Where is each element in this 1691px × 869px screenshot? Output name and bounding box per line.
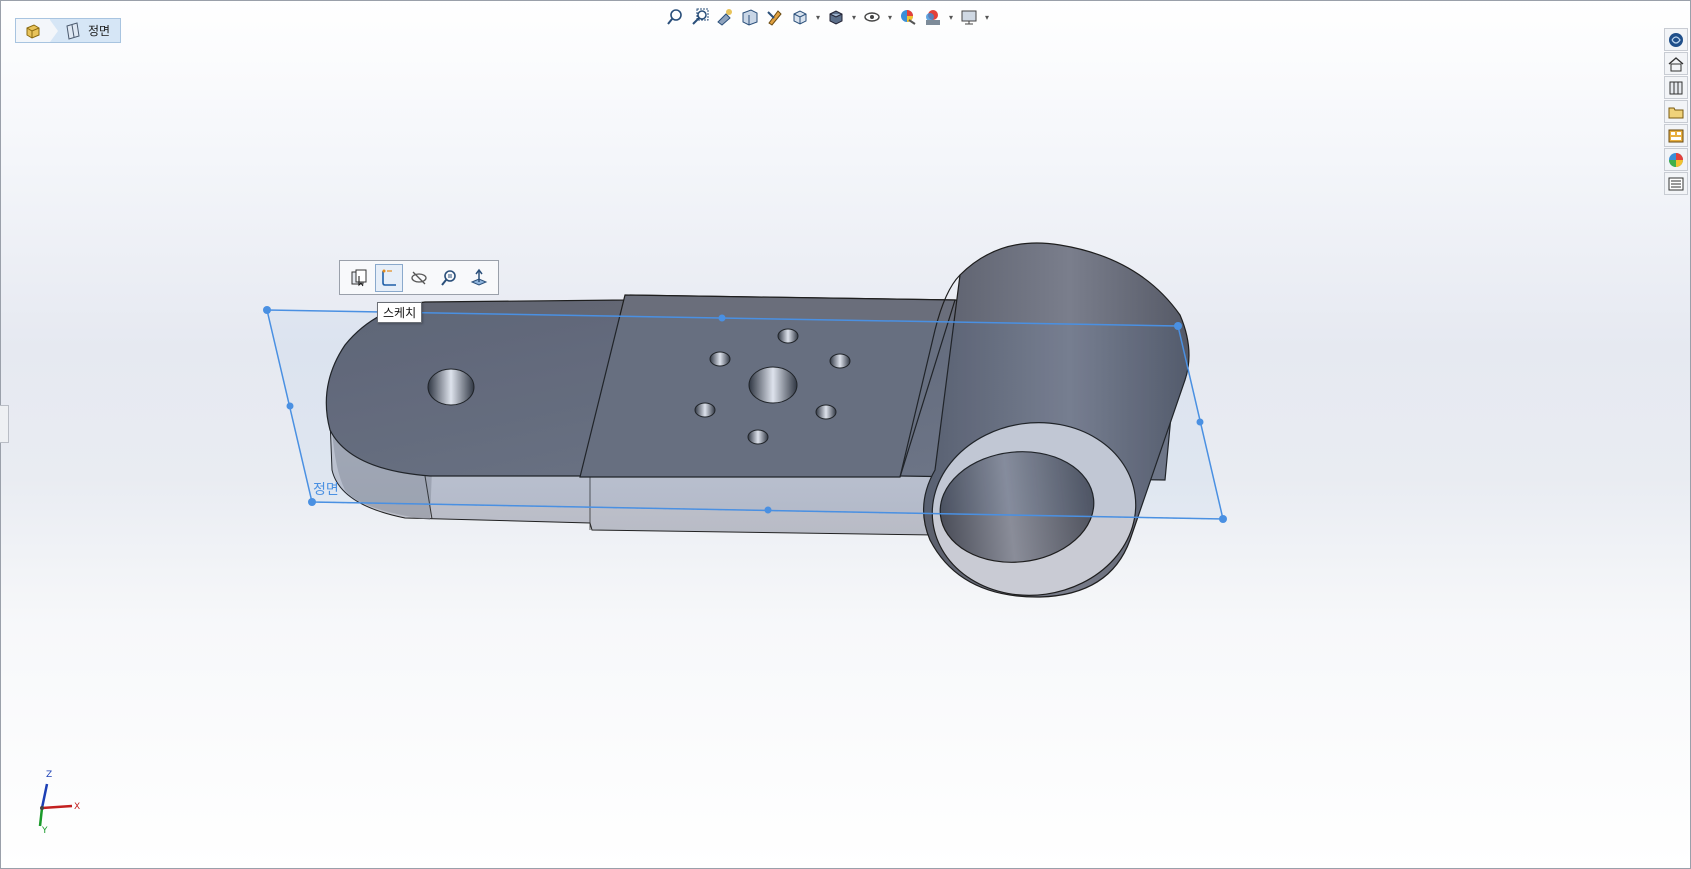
zoom-to-selection-icon[interactable] xyxy=(435,264,463,292)
dynamic-annotation-icon[interactable] xyxy=(764,6,786,28)
file-explorer-icon[interactable] xyxy=(1664,100,1688,123)
view-settings-dropdown-icon[interactable]: ▾ xyxy=(983,6,991,28)
section-view-icon[interactable] xyxy=(739,6,761,28)
reference-triad: Z X Y xyxy=(30,770,90,840)
edit-appearance-icon[interactable] xyxy=(897,6,919,28)
breadcrumb[interactable]: 정면 xyxy=(15,18,122,43)
hide-show-icon[interactable] xyxy=(861,6,883,28)
sketch-tooltip: 스케치 xyxy=(377,302,423,323)
previous-view-icon[interactable] xyxy=(714,6,736,28)
context-toolbar xyxy=(339,260,499,295)
triad-x-label: X xyxy=(74,802,81,812)
apply-scene-icon[interactable] xyxy=(922,6,944,28)
triad-z-label: Z xyxy=(46,770,53,780)
view-orientation-dropdown-icon[interactable]: ▾ xyxy=(814,6,822,28)
view-palette-icon[interactable] xyxy=(1664,124,1688,147)
zoom-to-fit-icon[interactable] xyxy=(664,6,686,28)
view-selector-icon[interactable] xyxy=(345,264,373,292)
normal-to-icon[interactable] xyxy=(465,264,493,292)
custom-properties-icon[interactable] xyxy=(1664,172,1688,195)
triad-y-label: Y xyxy=(42,826,48,836)
display-style-dropdown-icon[interactable]: ▾ xyxy=(850,6,858,28)
plane-icon[interactable] xyxy=(62,19,84,42)
zoom-to-area-icon[interactable] xyxy=(689,6,711,28)
front-plane[interactable]: 정면 xyxy=(263,306,1227,523)
home-icon[interactable] xyxy=(1664,52,1688,75)
sketch-icon[interactable] xyxy=(375,263,403,292)
solidworks-resources-icon[interactable] xyxy=(1664,28,1688,51)
breadcrumb-label[interactable]: 정면 xyxy=(84,22,120,39)
design-library-icon[interactable] xyxy=(1664,76,1688,99)
view-settings-icon[interactable] xyxy=(958,6,980,28)
apply-scene-dropdown-icon[interactable]: ▾ xyxy=(947,6,955,28)
display-style-icon[interactable] xyxy=(825,6,847,28)
part-icon[interactable] xyxy=(16,19,50,42)
hide-icon[interactable] xyxy=(405,264,433,292)
graphics-area[interactable]: 정면 xyxy=(0,0,1691,869)
view-orientation-icon[interactable] xyxy=(789,6,811,28)
appearances-icon[interactable] xyxy=(1664,148,1688,171)
task-pane-tabs xyxy=(1664,28,1688,195)
plane-label: 정면 xyxy=(313,482,339,498)
hide-show-dropdown-icon[interactable]: ▾ xyxy=(886,6,894,28)
heads-up-view-toolbar: ▾ ▾ ▾ ▾ ▾ xyxy=(664,5,991,29)
